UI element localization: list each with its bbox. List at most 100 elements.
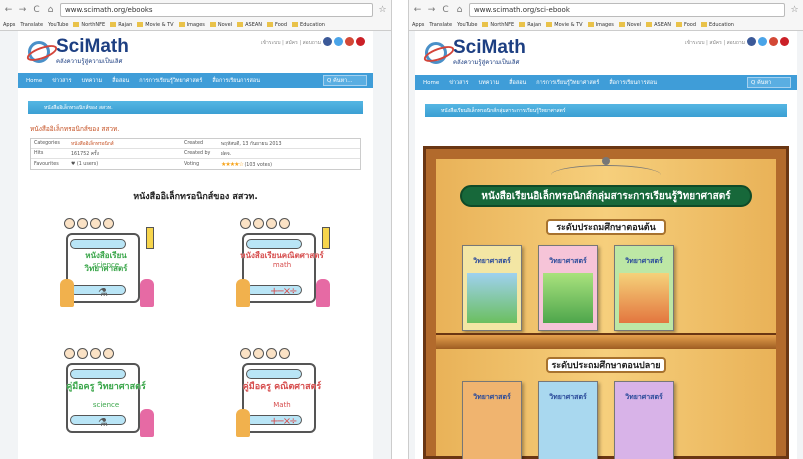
bookmark-folder[interactable]: Food — [267, 22, 287, 28]
menu-articles[interactable]: บทความ — [479, 79, 500, 87]
bookmark-folder[interactable]: Novel — [618, 22, 641, 28]
reload-icon[interactable]: C — [441, 5, 450, 15]
ebook-cover-science[interactable]: หนังสือเรียนวิทยาศาสตร์ science ⚗ — [58, 218, 154, 315]
cover-title: คู่มือครู วิทยาศาสตร์ — [66, 382, 146, 392]
social-links — [323, 37, 365, 46]
forward-icon[interactable]: → — [427, 5, 436, 15]
bookmark-translate[interactable]: Translate — [20, 22, 43, 28]
ebook-grade-1[interactable]: วิทยาศาสตร์ — [462, 245, 522, 331]
book-title: วิทยาศาสตร์ — [473, 393, 511, 401]
youtube-icon[interactable] — [780, 37, 789, 46]
bookmark-folder[interactable]: Education — [292, 22, 325, 28]
bookmark-folder[interactable]: Food — [676, 22, 696, 28]
menu-learning[interactable]: การการเรียนรู้วิทยาศาสตร์ — [536, 79, 599, 87]
scimath-logo-icon[interactable] — [425, 42, 447, 64]
logo-tagline: คลังความรู้สู่ความเป็นเลิศ — [453, 59, 520, 66]
bookmark-apps[interactable]: Apps — [412, 22, 424, 28]
scimath-logo-icon[interactable] — [28, 41, 50, 63]
article-title[interactable]: หนังสืออิเล็กทรอนิกส์ของ สสวท. — [30, 124, 361, 134]
twitter-icon[interactable] — [758, 37, 767, 46]
facebook-icon[interactable] — [747, 37, 756, 46]
bookmark-folder[interactable]: NorthNFE — [73, 22, 105, 28]
reload-icon[interactable]: C — [32, 5, 41, 15]
search-input[interactable]: Q ค้นหา — [747, 77, 791, 88]
rating-stars-icon[interactable]: ★★★★☆ — [221, 161, 244, 168]
ebook-grade-3[interactable]: วิทยาศาสตร์ — [614, 245, 674, 331]
ebook-grade-6[interactable]: วิทยาศาสตร์ — [614, 381, 674, 459]
ebook-cover-teacher-math[interactable]: คู่มือครู คณิตศาสตร์ Math +−×÷ — [234, 348, 330, 445]
bookmarks-bar: Apps Translate YouTube NorthNFE Rajan Mo… — [409, 20, 803, 31]
favourites-value[interactable]: ♥ (1 users) — [71, 162, 181, 167]
logo-name[interactable]: SciMath — [56, 37, 129, 56]
microscope-icon: ⚗ — [98, 286, 108, 299]
forward-icon[interactable]: → — [18, 5, 27, 15]
article-info-table: Categories หนังสืออิเล็กทรอนิกส์ Created… — [30, 138, 361, 170]
menu-articles[interactable]: บทความ — [82, 77, 103, 85]
ebook-grade-4[interactable]: วิทยาศาสตร์ — [462, 381, 522, 459]
ebook-grade-5[interactable]: วิทยาศาสตร์ — [538, 381, 598, 459]
bookmark-folder[interactable]: Movie & TV — [546, 22, 583, 28]
shelf-back: หนังสือเรียนอิเล็กทรอนิกส์กลุ่มสาระการเร… — [436, 157, 776, 459]
browser-window-left: ← → C ⌂ www.scimath.org/ebooks ☆ Apps Tr… — [0, 0, 392, 459]
bookmark-folder[interactable]: Education — [701, 22, 734, 28]
logo-name[interactable]: SciMath — [453, 38, 526, 57]
bookmark-folder[interactable]: Rajan — [519, 22, 541, 28]
bookmark-apps[interactable]: Apps — [3, 22, 15, 28]
address-bar[interactable]: www.scimath.org/sci-ebook — [469, 3, 785, 17]
star-icon[interactable]: ☆ — [790, 5, 799, 15]
cover-subtitle: science — [92, 401, 120, 409]
category-link[interactable]: หนังสืออิเล็กทรอนิกส์ — [71, 140, 181, 148]
facebook-icon[interactable] — [323, 37, 332, 46]
back-icon[interactable]: ← — [413, 5, 422, 15]
logo-tagline: คลังความรู้สู่ความเป็นเลิศ — [56, 58, 123, 65]
ebook-cover-math[interactable]: หนังสือเรียนคณิตศาสตร์ math +−×÷ — [234, 218, 330, 315]
breadcrumb: หนังสือเรียนอิเล็กทรอนิกส์กลุ่มสาระการเร… — [425, 104, 787, 117]
menu-media[interactable]: สื่อสอน — [112, 77, 129, 85]
search-input[interactable]: Q ค้นหา... — [323, 75, 367, 86]
bookmark-folder[interactable]: Novel — [209, 22, 232, 28]
google-plus-icon[interactable] — [769, 37, 778, 46]
bookmark-youtube[interactable]: YouTube — [457, 22, 477, 28]
bookmark-folder[interactable]: Rajan — [110, 22, 132, 28]
address-bar[interactable]: www.scimath.org/ebooks — [60, 3, 373, 17]
top-links[interactable]: เข้าระบบ | สมัคร | สอบถาม — [685, 39, 745, 47]
voting-value[interactable]: ★★★★☆ (103 votes) — [221, 161, 272, 168]
top-links[interactable]: เข้าระบบ | สมัคร | สอบถาม — [261, 39, 321, 47]
breadcrumb-text[interactable]: หนังสืออิเล็กทรอนิกส์ของ สสวท. — [44, 104, 113, 112]
menu-news[interactable]: ข่าวสาร — [449, 79, 468, 87]
google-plus-icon[interactable] — [345, 37, 354, 46]
menu-home[interactable]: Home — [423, 80, 439, 86]
bookmark-folder[interactable]: Images — [178, 22, 205, 28]
star-icon[interactable]: ☆ — [378, 5, 387, 15]
back-icon[interactable]: ← — [4, 5, 13, 15]
twitter-icon[interactable] — [334, 37, 343, 46]
main-menu: Home ข่าวสาร บทความ สื่อสอน การการเรียนร… — [18, 73, 373, 88]
menu-news[interactable]: ข่าวสาร — [52, 77, 71, 85]
menu-media[interactable]: สื่อสอน — [509, 79, 526, 87]
breadcrumb-text[interactable]: หนังสือเรียนอิเล็กทรอนิกส์กลุ่มสาระการเร… — [441, 107, 566, 115]
home-icon[interactable]: ⌂ — [455, 5, 464, 15]
info-label: Favourites — [34, 161, 59, 167]
book-title: วิทยาศาสตร์ — [473, 257, 511, 265]
bookmark-folder[interactable]: NorthNFE — [482, 22, 514, 28]
info-label: Hits — [34, 151, 44, 156]
info-value: 161752 ครั้ง — [71, 151, 99, 157]
bookmark-folder[interactable]: ASEAN — [237, 22, 262, 28]
info-label: Voting — [184, 161, 200, 167]
bookmark-folder[interactable]: Movie & TV — [137, 22, 174, 28]
youtube-icon[interactable] — [356, 37, 365, 46]
bookmark-folder[interactable]: Images — [587, 22, 614, 28]
section-heading: หนังสืออิเล็กทรอนิกส์ของ สสวท. — [133, 192, 258, 202]
menu-home[interactable]: Home — [26, 78, 42, 84]
menu-teaching[interactable]: สื่อการเรียนการสอน — [609, 79, 657, 87]
ebook-cover-teacher-science[interactable]: คู่มือครู วิทยาศาสตร์ science ⚗ — [58, 348, 154, 445]
home-icon[interactable]: ⌂ — [46, 5, 55, 15]
ebook-grade-2[interactable]: วิทยาศาสตร์ — [538, 245, 598, 331]
menu-learning[interactable]: การการเรียนรู้วิทยาศาสตร์ — [139, 77, 202, 85]
info-label: Categories — [34, 141, 60, 146]
bookmark-translate[interactable]: Translate — [429, 22, 452, 28]
bookmark-folder[interactable]: ASEAN — [646, 22, 671, 28]
bookmark-youtube[interactable]: YouTube — [48, 22, 68, 28]
menu-teaching[interactable]: สื่อการเรียนการสอน — [212, 77, 260, 85]
info-value: ฝดจ. — [221, 151, 232, 157]
